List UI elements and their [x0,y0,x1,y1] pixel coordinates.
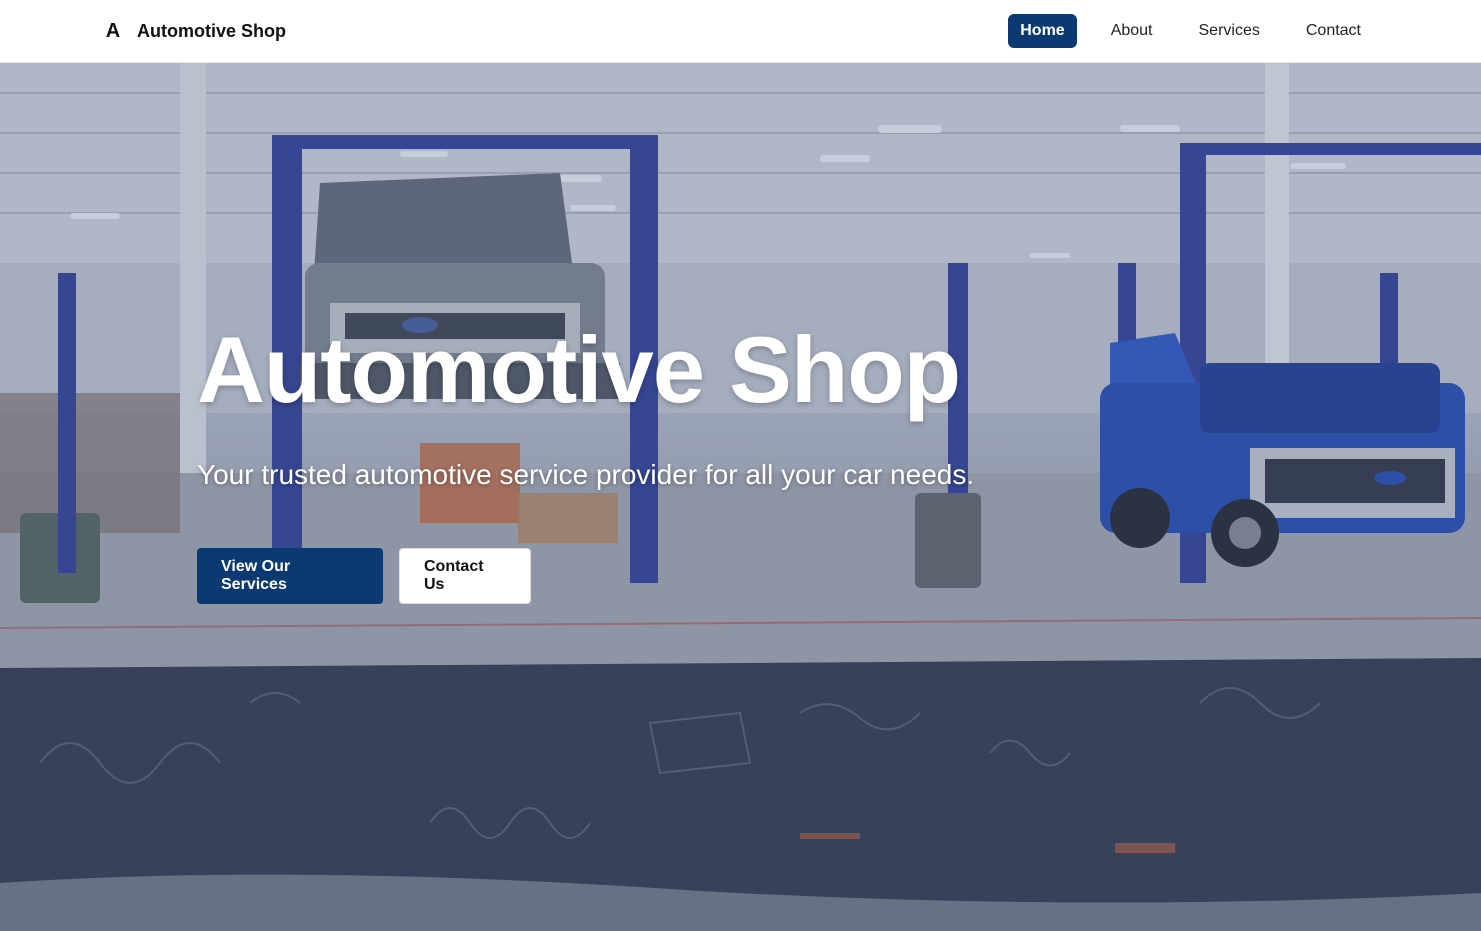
nav-home[interactable]: Home [1008,14,1077,48]
brand[interactable]: A Automotive Shop [104,20,286,43]
hero-actions: View Our Services Contact Us [197,548,974,604]
hero-section: Automotive Shop Your trusted automotive … [0,63,1481,931]
nav-contact[interactable]: Contact [1294,14,1373,48]
contact-us-button[interactable]: Contact Us [399,548,531,604]
nav-about[interactable]: About [1099,14,1165,48]
top-navbar: A Automotive Shop Home About Services Co… [0,0,1481,63]
hero-content: Automotive Shop Your trusted automotive … [197,318,974,604]
brand-logo-icon[interactable]: A [104,20,122,43]
hero-subtitle: Your trusted automotive service provider… [197,459,975,490]
nav-services[interactable]: Services [1187,14,1272,48]
brand-name[interactable]: Automotive Shop [137,21,286,42]
view-services-button[interactable]: View Our Services [197,548,383,604]
main-nav: Home About Services Contact [1008,14,1373,48]
hero-title: Automotive Shop [197,317,961,422]
